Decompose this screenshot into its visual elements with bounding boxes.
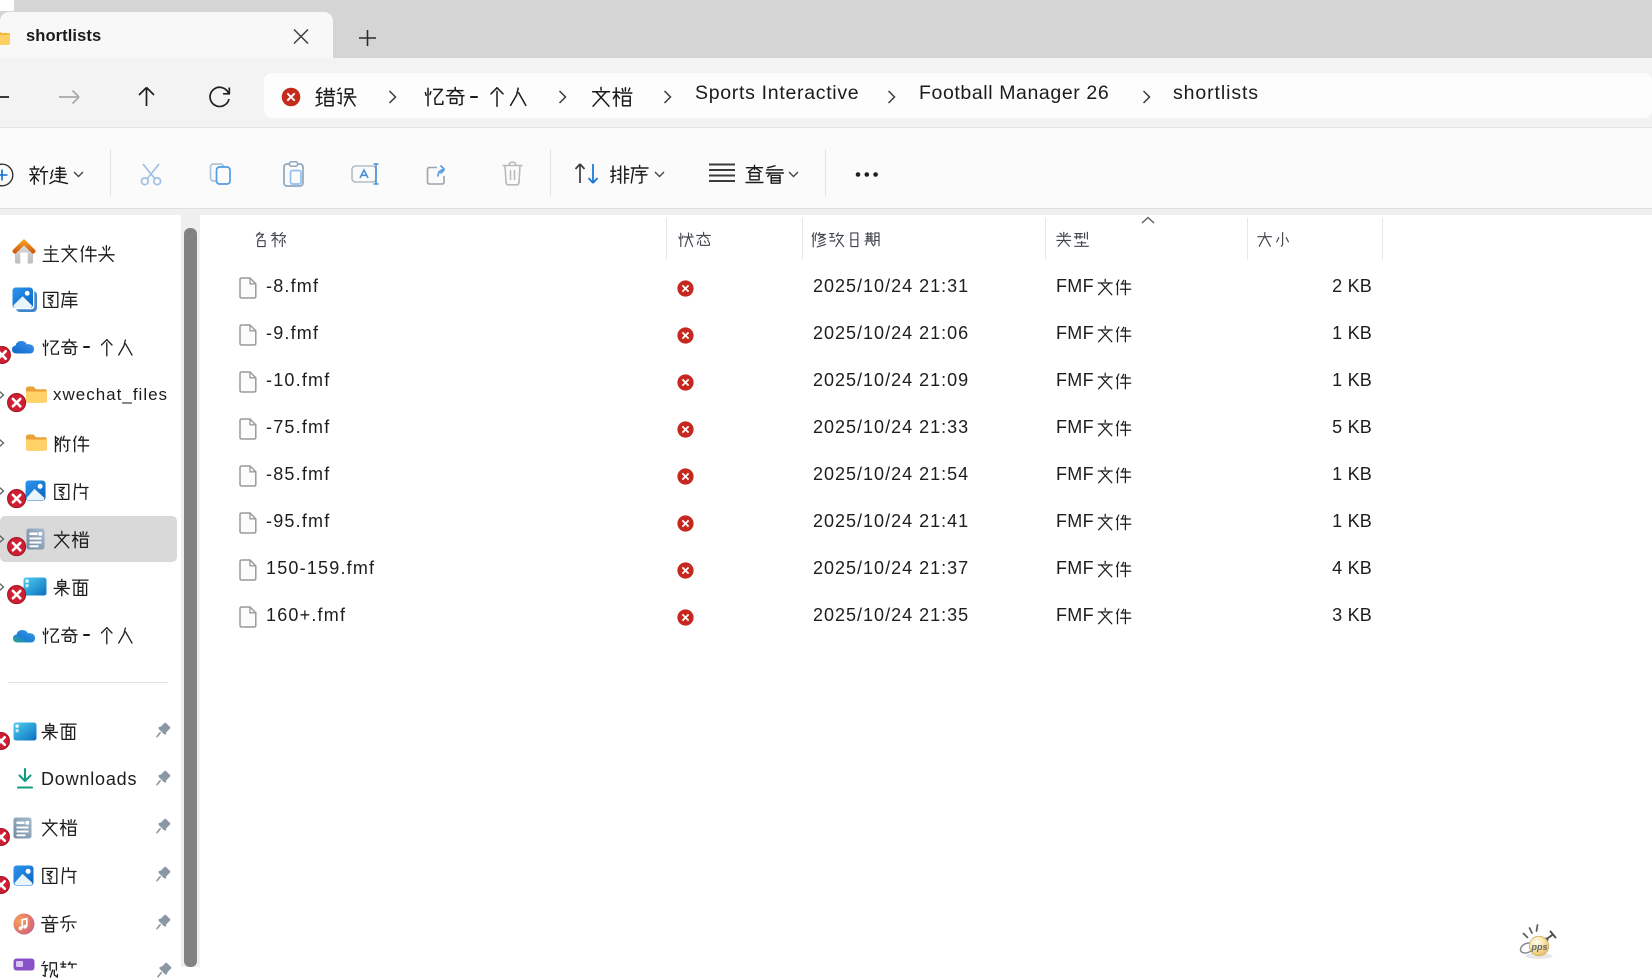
svg-text:pps: pps <box>1530 942 1547 952</box>
